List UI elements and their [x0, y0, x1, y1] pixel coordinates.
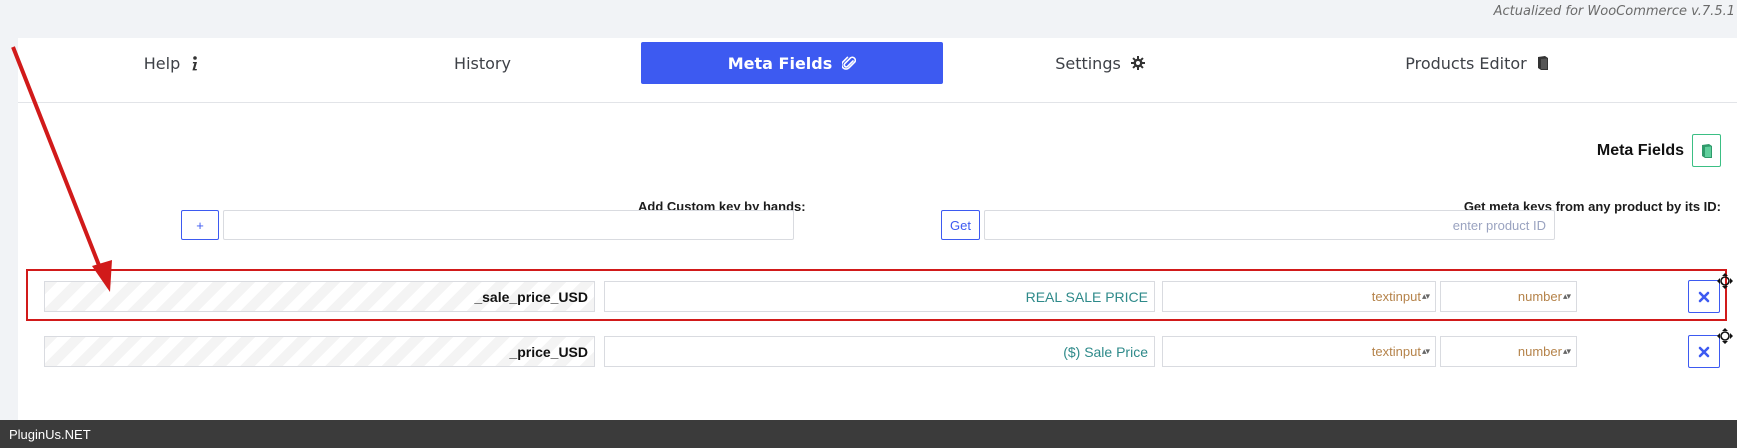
- version-note: Actualized for WooCommerce v.7.5.1: [1493, 4, 1735, 19]
- close-icon: [1698, 346, 1710, 357]
- footer-brand[interactable]: PluginUs.NET: [9, 427, 91, 442]
- tab-products-editor-label: Products Editor: [1405, 53, 1527, 73]
- tab-meta-fields-label: Meta Fields: [727, 53, 833, 73]
- tab-help-label: Help: [143, 53, 181, 73]
- docs-book-button[interactable]: [1692, 134, 1721, 167]
- tab-history-label: History: [454, 53, 511, 73]
- meta-key-field[interactable]: _sale_price_USD: [44, 281, 595, 312]
- tab-meta-fields[interactable]: Meta Fields: [641, 42, 943, 84]
- drag-handle-icon[interactable]: [1717, 273, 1733, 289]
- book-icon: [1537, 56, 1549, 70]
- meta-type-value: textinput: [1371, 344, 1421, 359]
- tab-history[interactable]: History: [324, 42, 641, 84]
- tab-settings[interactable]: Settings: [943, 42, 1257, 84]
- select-arrow-icon: ▴▾: [1562, 346, 1571, 356]
- book-icon: [1701, 143, 1712, 158]
- custom-key-input[interactable]: [223, 210, 794, 240]
- meta-key-field[interactable]: _price_USD: [44, 336, 595, 367]
- meta-field-type-value: number: [1517, 289, 1562, 304]
- meta-row: _price_USD ($) Sale Price textinput ▴▾ n…: [28, 326, 1733, 374]
- info-icon: [190, 55, 198, 71]
- meta-type-value: textinput: [1371, 289, 1421, 304]
- section-title: Meta Fields: [1596, 141, 1684, 159]
- meta-title-field[interactable]: REAL SALE PRICE: [604, 281, 1155, 312]
- tab-bar: Help History Meta Fields Settings Produc…: [18, 38, 1737, 103]
- delete-row-button[interactable]: [1688, 335, 1720, 368]
- select-arrow-icon: ▴▾: [1421, 346, 1430, 356]
- gear-icon: [1130, 56, 1145, 70]
- close-icon: [1698, 291, 1710, 302]
- section-header: Meta Fields: [1597, 134, 1721, 167]
- tab-settings-label: Settings: [1055, 53, 1121, 73]
- product-id-input[interactable]: enter product ID: [984, 210, 1555, 240]
- tab-products-editor[interactable]: Products Editor: [1257, 42, 1697, 84]
- meta-field-type-value: number: [1517, 344, 1562, 359]
- paperclip-icon: [842, 55, 857, 71]
- meta-type-select[interactable]: textinput ▴▾: [1162, 336, 1436, 367]
- select-arrow-icon: ▴▾: [1421, 291, 1430, 301]
- select-arrow-icon: ▴▾: [1562, 291, 1571, 301]
- meta-title-field[interactable]: ($) Sale Price: [604, 336, 1155, 367]
- delete-row-button[interactable]: [1688, 280, 1720, 313]
- main-panel: Help History Meta Fields Settings Produc…: [18, 38, 1737, 422]
- drag-handle-icon[interactable]: [1717, 328, 1733, 344]
- meta-type-select[interactable]: textinput ▴▾: [1162, 281, 1436, 312]
- meta-field-type-select[interactable]: number ▴▾: [1440, 336, 1577, 367]
- get-meta-button[interactable]: Get: [941, 210, 980, 240]
- add-key-button[interactable]: +: [181, 210, 219, 240]
- footer-bar: PluginUs.NET: [0, 420, 1737, 448]
- meta-row-highlighted: _sale_price_USD REAL SALE PRICE textinpu…: [26, 269, 1733, 321]
- meta-field-type-select[interactable]: number ▴▾: [1440, 281, 1577, 312]
- tab-help[interactable]: Help: [18, 42, 324, 84]
